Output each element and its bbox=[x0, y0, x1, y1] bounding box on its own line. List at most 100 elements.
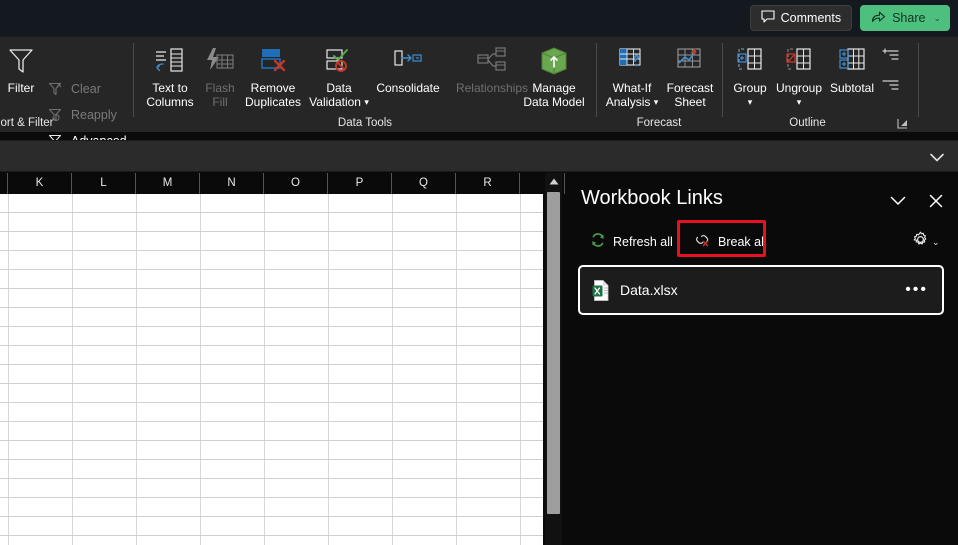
grid-row-line bbox=[0, 535, 543, 536]
what-if-label-line2: Analysis ▾ bbox=[606, 95, 659, 110]
grid-row-line bbox=[0, 364, 543, 365]
group-button[interactable]: Group ▾ bbox=[728, 41, 772, 112]
grid-row-line bbox=[0, 383, 543, 384]
column-header-O[interactable]: O bbox=[264, 173, 328, 194]
data-validation-label2-text: Validation bbox=[309, 95, 361, 109]
grid-row-line bbox=[0, 250, 543, 251]
ribbon-separator bbox=[918, 43, 919, 117]
comments-button[interactable]: Comments bbox=[749, 5, 853, 31]
group-label-forecast: Forecast bbox=[636, 117, 682, 129]
grid-row-line bbox=[0, 440, 543, 441]
ribbon-separator bbox=[596, 43, 597, 117]
text-to-columns-icon bbox=[153, 43, 187, 79]
remove-duplicates-icon bbox=[257, 43, 289, 79]
workbook-links-header-actions bbox=[886, 189, 948, 213]
data-validation-button[interactable]: Data Validation ▾ bbox=[309, 41, 369, 112]
text-to-columns-label-line1: Text to bbox=[152, 81, 188, 95]
text-to-columns-button[interactable]: Text to Columns bbox=[141, 41, 199, 111]
forecast-sheet-label-line1: Forecast bbox=[666, 81, 714, 95]
hide-detail-icon bbox=[882, 76, 900, 94]
ribbon-separator bbox=[722, 43, 723, 117]
text-to-columns-label-line2: Columns bbox=[146, 95, 194, 109]
excel-file-icon bbox=[592, 279, 610, 301]
data-validation-label-line1: Data bbox=[326, 81, 352, 95]
grid-row-line bbox=[0, 402, 543, 403]
workbook-links-collapse-button[interactable] bbox=[886, 189, 910, 213]
break-all-button[interactable]: Break all bbox=[688, 228, 773, 255]
workbook-links-settings-button[interactable]: ⌄ bbox=[912, 231, 940, 253]
spreadsheet-grid[interactable]: KLMNOPQR bbox=[0, 173, 565, 545]
grid-column-line bbox=[8, 194, 9, 545]
grid-column-line bbox=[264, 194, 265, 545]
group-label-sort-and-filter: ort & Filter bbox=[0, 117, 54, 129]
workbook-link-name: Data.xlsx bbox=[620, 282, 678, 298]
column-header-L[interactable]: L bbox=[72, 173, 136, 194]
formula-bar[interactable] bbox=[0, 140, 958, 172]
grid-row-line bbox=[0, 307, 543, 308]
filter-button[interactable]: Filter bbox=[2, 41, 40, 97]
clear-button: Clear bbox=[44, 79, 104, 99]
column-header-K[interactable]: K bbox=[8, 173, 72, 194]
consolidate-button[interactable]: Consolidate bbox=[371, 41, 445, 97]
ungroup-label: Ungroup bbox=[775, 81, 823, 95]
vertical-scrollbar[interactable] bbox=[545, 173, 562, 545]
manage-data-model-button[interactable]: Manage Data Model bbox=[518, 41, 590, 111]
chevron-down-icon[interactable]: ▾ bbox=[654, 95, 659, 109]
hide-detail-button[interactable] bbox=[879, 75, 903, 95]
share-button[interactable]: Share ⌄ bbox=[860, 5, 950, 31]
flash-fill-icon bbox=[204, 43, 236, 79]
grid-column-line bbox=[72, 194, 73, 545]
column-header-partial[interactable] bbox=[0, 173, 8, 194]
funnel-icon bbox=[7, 43, 35, 79]
ungroup-icon bbox=[784, 43, 814, 79]
workbook-links-close-button[interactable] bbox=[924, 189, 948, 213]
ungroup-button[interactable]: Ungroup ▾ bbox=[773, 41, 825, 112]
what-if-label-line1: What-If bbox=[612, 81, 652, 95]
group-label-data-tools: Data Tools bbox=[337, 117, 393, 129]
ribbon-groups: Filter Clear Reapply ort & Filter Text t… bbox=[0, 37, 958, 148]
ribbon: Filter Clear Reapply ort & Filter Text t… bbox=[0, 36, 958, 158]
consolidate-label: Consolidate bbox=[376, 81, 440, 95]
show-detail-button[interactable] bbox=[879, 45, 903, 65]
column-header-M[interactable]: M bbox=[136, 173, 200, 194]
grid-row-line bbox=[0, 326, 543, 327]
grid-row-line bbox=[0, 478, 543, 479]
remove-duplicates-label-line2: Duplicates bbox=[244, 95, 302, 109]
workbook-link-more-button[interactable]: ••• bbox=[905, 282, 928, 298]
data-validation-label-line2: Validation ▾ bbox=[309, 95, 369, 110]
column-header-Q[interactable]: Q bbox=[392, 173, 456, 194]
comments-label: Comments bbox=[780, 11, 842, 25]
grid-row-line bbox=[0, 497, 543, 498]
chevron-down-icon[interactable]: ▾ bbox=[797, 95, 802, 109]
settings-caret-icon[interactable]: ⌄ bbox=[932, 237, 940, 248]
grid-row-line bbox=[0, 516, 543, 517]
grid-column-line bbox=[520, 194, 521, 545]
clear-label: Clear bbox=[71, 82, 101, 96]
comment-icon bbox=[761, 10, 775, 26]
share-label: Share bbox=[892, 11, 926, 25]
what-if-label2-text: Analysis bbox=[605, 95, 651, 109]
grid-column-line bbox=[328, 194, 329, 545]
dialog-launcher-icon[interactable] bbox=[896, 117, 910, 131]
subtotal-button[interactable]: Subtotal bbox=[827, 41, 877, 97]
column-header-N[interactable]: N bbox=[200, 173, 264, 194]
grid-column-line bbox=[456, 194, 457, 545]
workbook-link-item[interactable]: Data.xlsx ••• bbox=[578, 265, 944, 315]
forecast-sheet-button[interactable]: Forecast Sheet bbox=[662, 41, 718, 111]
chevron-down-icon[interactable]: ▾ bbox=[748, 95, 753, 109]
what-if-analysis-button[interactable]: What-If Analysis ▾ bbox=[602, 41, 662, 112]
share-caret-icon[interactable]: ⌄ bbox=[933, 13, 941, 24]
remove-duplicates-button[interactable]: Remove Duplicates bbox=[239, 41, 307, 111]
group-label: Group bbox=[733, 81, 767, 95]
formula-bar-expand-button[interactable] bbox=[924, 147, 950, 167]
grid-row-line bbox=[0, 269, 543, 270]
refresh-all-button[interactable]: Refresh all bbox=[584, 228, 679, 255]
column-header-P[interactable]: P bbox=[328, 173, 392, 194]
chevron-down-icon[interactable]: ▾ bbox=[364, 95, 369, 109]
grid-cells[interactable] bbox=[0, 194, 543, 545]
manage-data-model-label-line2: Data Model bbox=[523, 95, 585, 109]
scrollbar-thumb[interactable] bbox=[547, 192, 560, 514]
column-header-R[interactable]: R bbox=[456, 173, 520, 194]
group-label-outline: Outline bbox=[789, 117, 826, 129]
scroll-up-button[interactable] bbox=[545, 173, 562, 190]
